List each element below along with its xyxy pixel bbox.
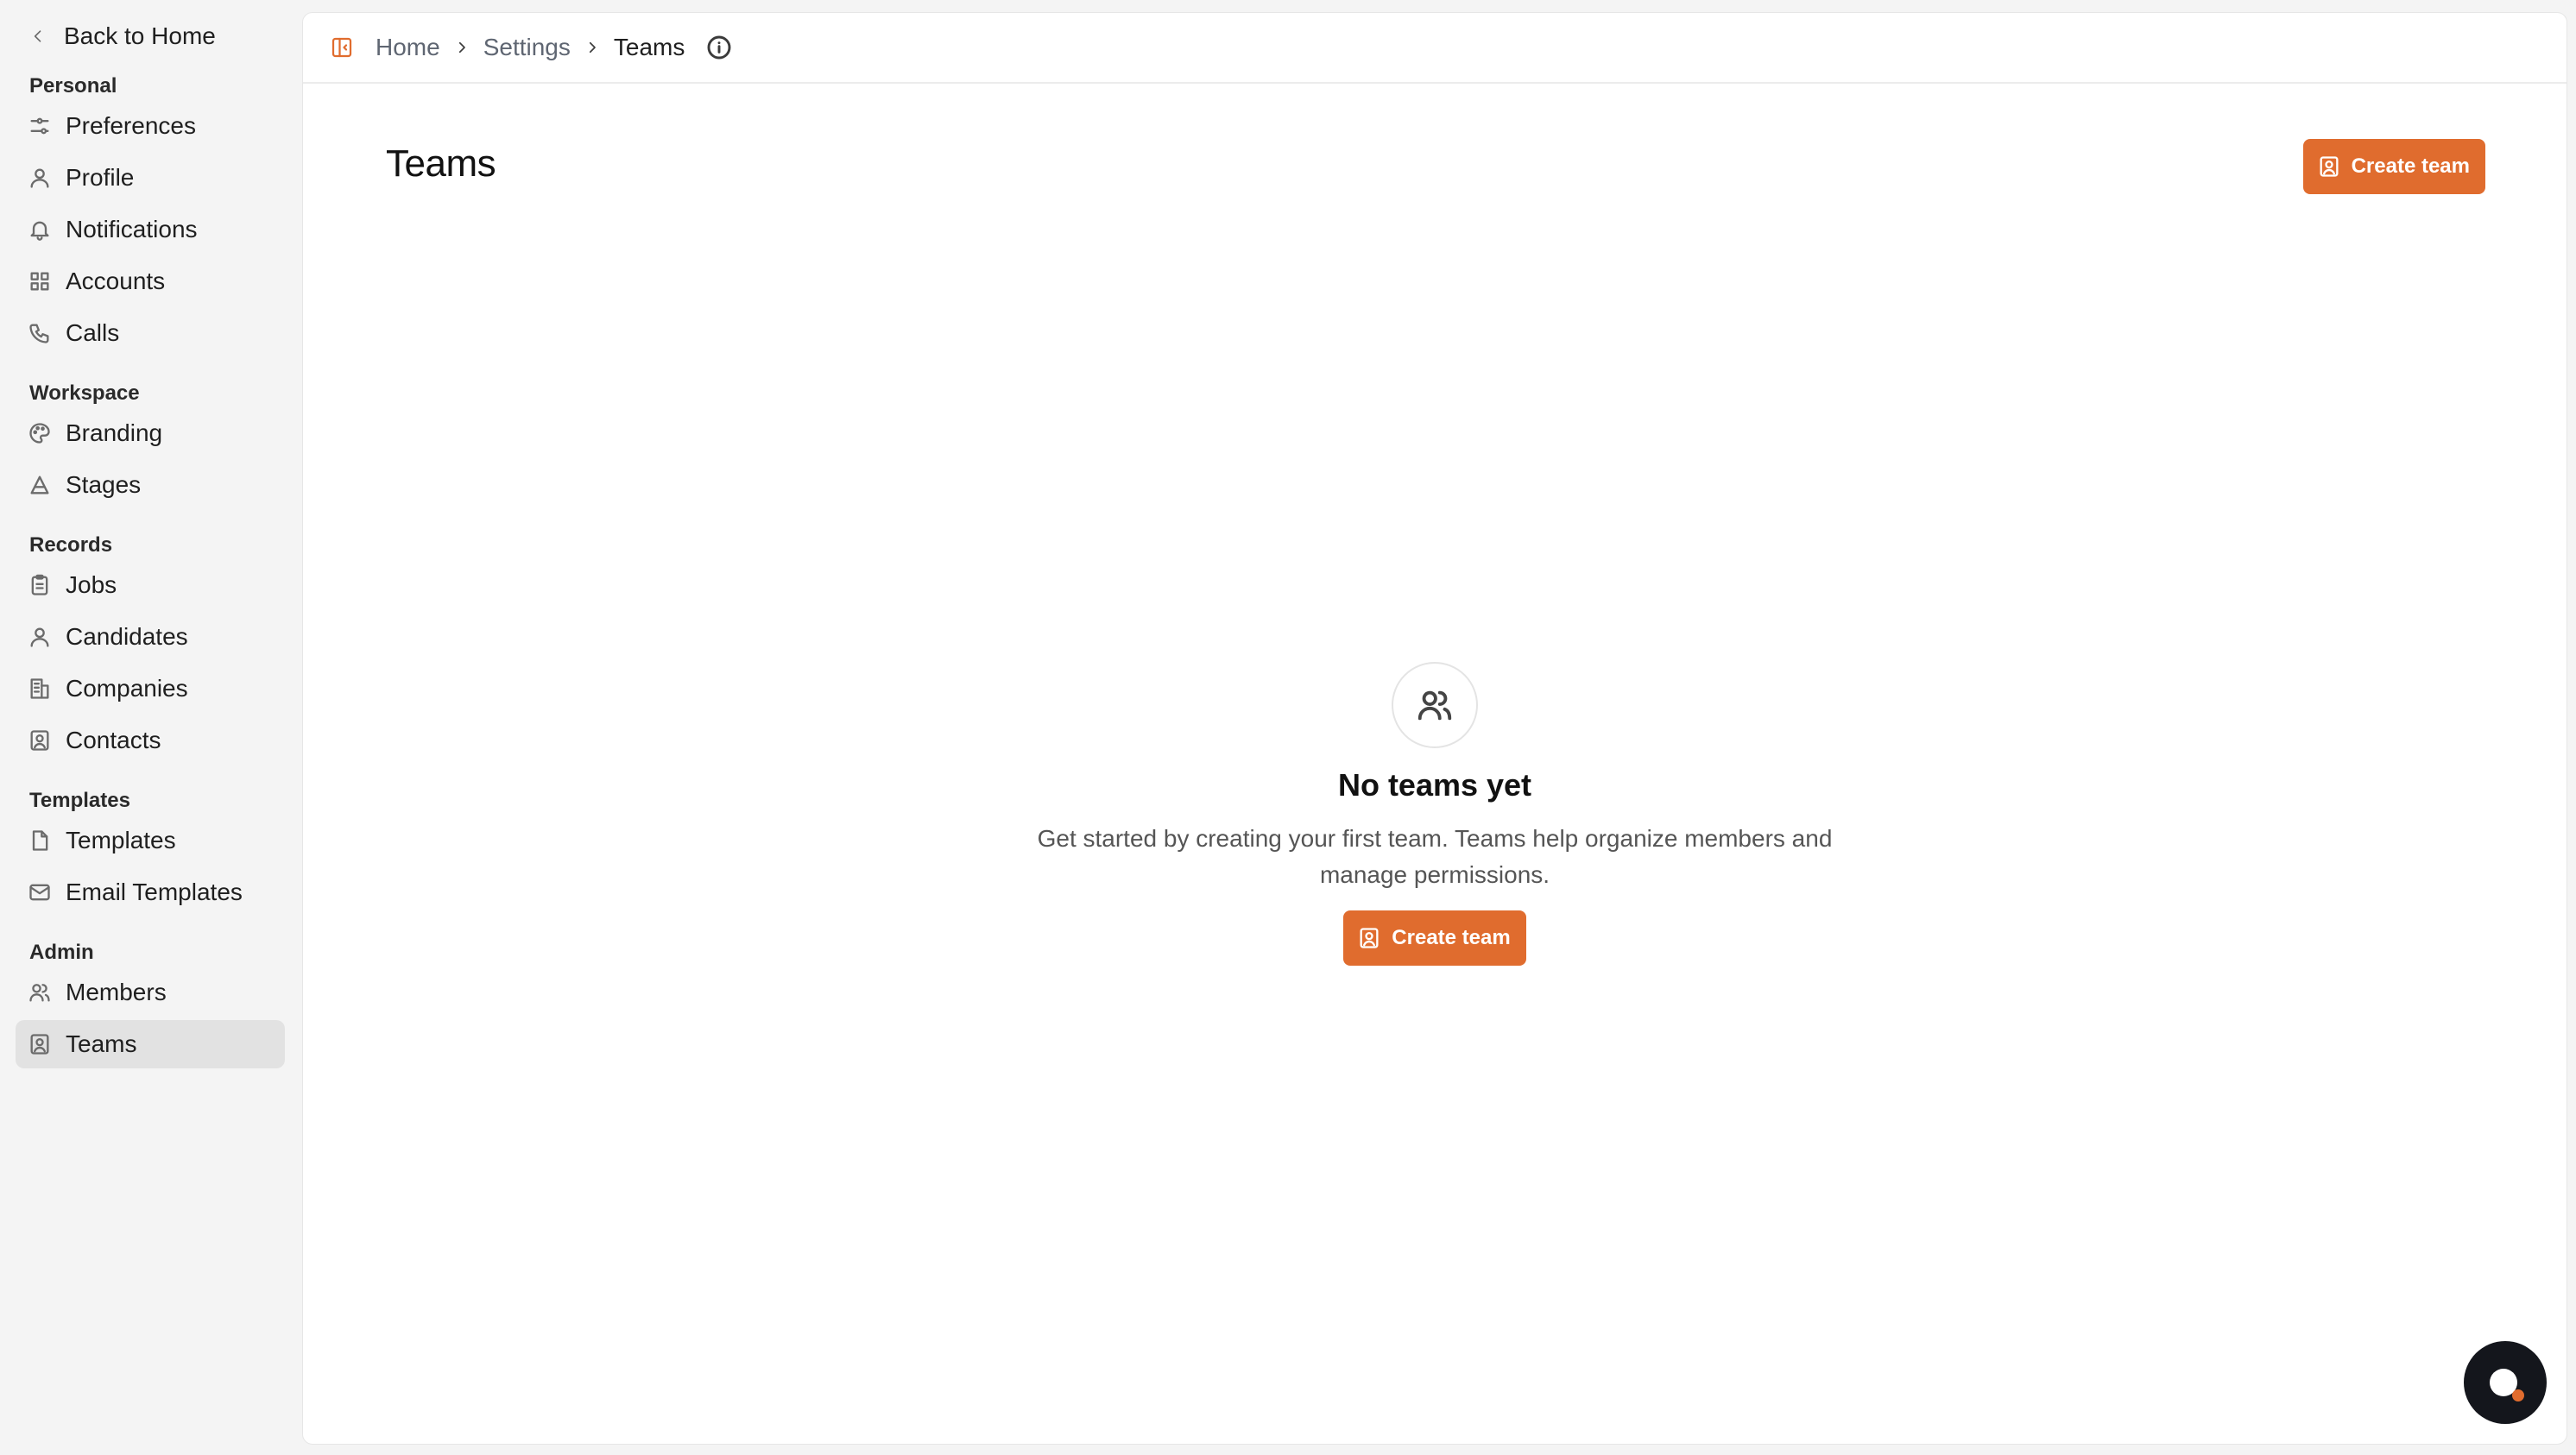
contact-icon: [28, 727, 66, 754]
sidebar-item-label: Email Templates: [66, 879, 243, 905]
sidebar-item-branding[interactable]: Branding: [16, 409, 285, 457]
sidebar-toggle-icon[interactable]: [329, 35, 376, 60]
breadcrumb: Home Settings Teams: [376, 34, 733, 61]
sidebar-item-accounts[interactable]: Accounts: [16, 257, 285, 305]
sidebar-nav: Personal Preferences Profile Notifications A…: [16, 71, 285, 1068]
sidebar-item-candidates[interactable]: Candidates: [16, 613, 285, 661]
back-to-home-link[interactable]: Back to Home: [16, 19, 285, 54]
palette-icon: [28, 419, 66, 447]
create-team-button-empty[interactable]: Create team: [1343, 910, 1526, 966]
bell-icon: [28, 216, 66, 243]
mail-icon: [28, 879, 66, 906]
sidebar-item-label: Calls: [66, 319, 120, 346]
sidebar-item-teams[interactable]: Teams: [16, 1020, 285, 1068]
grid-icon: [28, 268, 66, 295]
sidebar-item-label: Accounts: [66, 268, 166, 294]
page-title: Teams: [386, 142, 496, 185]
sidebar-item-members[interactable]: Members: [16, 968, 285, 1017]
back-label: Back to Home: [64, 22, 216, 49]
section-title-templates: Templates: [29, 789, 130, 812]
sidebar-item-label: Profile: [66, 164, 135, 191]
section-title-records: Records: [29, 533, 113, 557]
sidebar-item-label: Stages: [66, 471, 142, 498]
users-icon: [28, 979, 66, 1006]
sidebar-item-label: Preferences: [66, 112, 196, 139]
sidebar-item-profile[interactable]: Profile: [16, 154, 285, 202]
breadcrumb-settings[interactable]: Settings: [483, 34, 571, 61]
breadcrumb-home[interactable]: Home: [376, 34, 440, 61]
create-team-button[interactable]: Create team: [2302, 139, 2485, 194]
empty-state-title: No teams yet: [1337, 767, 1532, 803]
empty-state-description: Get started by creating your first team.…: [1037, 825, 1833, 888]
clipboard-icon: [28, 571, 66, 599]
sliders-icon: [28, 112, 66, 140]
file-icon: [28, 827, 66, 854]
sidebar-item-label: Templates: [66, 827, 176, 853]
create-team-label: Create team: [2351, 154, 2470, 178]
contact-icon: [1357, 926, 1381, 950]
sidebar-item-jobs[interactable]: Jobs: [16, 561, 285, 609]
section-title-personal: Personal: [29, 74, 117, 98]
sidebar-item-email-templates[interactable]: Email Templates: [16, 868, 285, 916]
contact-icon: [28, 1030, 66, 1058]
sidebar-item-label: Teams: [66, 1030, 137, 1057]
chat-launcher-button[interactable]: [2464, 1341, 2547, 1424]
sidebar-item-label: Jobs: [66, 571, 117, 598]
sidebar-item-notifications[interactable]: Notifications: [16, 205, 285, 254]
main-panel: Home Settings Teams Teams Create team No…: [302, 12, 2567, 1445]
sidebar-item-companies[interactable]: Companies: [16, 665, 285, 713]
sidebar-item-templates[interactable]: Templates: [16, 816, 285, 865]
triangle-icon: [28, 471, 66, 499]
top-bar: Home Settings Teams: [303, 13, 2567, 84]
section-title-admin: Admin: [29, 941, 94, 964]
breadcrumb-teams: Teams: [613, 34, 685, 60]
contact-icon: [2317, 154, 2341, 179]
chevron-left-icon: [29, 28, 64, 45]
sidebar-item-contacts[interactable]: Contacts: [16, 716, 285, 765]
sidebar-item-stages[interactable]: Stages: [16, 461, 285, 509]
chevron-right-icon: [571, 40, 614, 55]
sidebar: Back to Home Personal Preferences Profile N…: [0, 0, 300, 1455]
empty-state: No teams yet Get started by creating you…: [303, 662, 2567, 966]
sidebar-item-label: Members: [66, 979, 167, 1005]
sidebar-item-preferences[interactable]: Preferences: [16, 102, 285, 150]
section-title-workspace: Workspace: [29, 381, 140, 405]
user-icon: [28, 623, 66, 651]
create-team-label: Create team: [1392, 926, 1511, 949]
info-icon[interactable]: [705, 34, 733, 61]
building-icon: [28, 675, 66, 702]
chevron-right-icon: [440, 40, 483, 55]
sidebar-item-label: Companies: [66, 675, 188, 702]
user-icon: [28, 164, 66, 192]
sidebar-item-label: Notifications: [66, 216, 198, 243]
users-icon: [1392, 662, 1478, 748]
sidebar-item-label: Branding: [66, 419, 163, 446]
phone-icon: [28, 319, 66, 347]
sidebar-item-label: Candidates: [66, 623, 188, 650]
sidebar-item-label: Contacts: [66, 727, 161, 753]
chat-status-dot: [2512, 1389, 2524, 1401]
sidebar-item-calls[interactable]: Calls: [16, 309, 285, 357]
